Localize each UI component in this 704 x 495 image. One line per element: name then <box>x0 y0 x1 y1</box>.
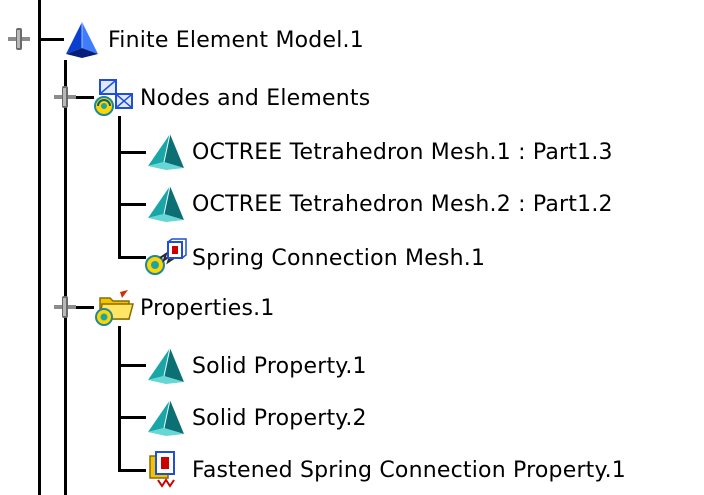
tree-node-nodes-and-elements[interactable]: Nodes and Elements <box>92 78 370 118</box>
tree-node-label: Solid Property.1 <box>192 353 367 379</box>
tree-node-label: Solid Property.2 <box>192 405 367 431</box>
tree-node-label: Nodes and Elements <box>140 85 371 111</box>
tetrahedron-mesh-icon <box>148 185 184 222</box>
tree-node-label: Fastened Spring Connection Property.1 <box>192 457 626 483</box>
trunk-vertical-line <box>64 60 67 495</box>
group-2-vertical-line <box>118 326 121 472</box>
nodes-and-elements-icon <box>94 79 133 116</box>
group-1-collapse-toggle[interactable] <box>54 86 76 108</box>
tetrahedron-mesh-icon <box>148 133 184 170</box>
group-1-child-1-branch <box>118 151 146 154</box>
solid-property-icon <box>148 399 184 436</box>
tree-node-properties[interactable]: Properties.1 <box>92 288 275 328</box>
spring-connection-mesh-icon <box>145 238 187 275</box>
tree-node-finite-element-model[interactable]: Finite Element Model.1 <box>60 20 364 60</box>
group-2-child-3-branch <box>118 469 146 472</box>
tree-node-label: Finite Element Model.1 <box>108 27 364 53</box>
tree-node-spring-connection-mesh[interactable]: Spring Connection Mesh.1 <box>144 238 485 278</box>
root-collapse-toggle[interactable] <box>8 28 30 50</box>
solid-property-icon <box>148 347 184 384</box>
tree-node-octree-mesh-2[interactable]: OCTREE Tetrahedron Mesh.2 : Part1.2 <box>144 184 613 224</box>
group-2-child-1-branch <box>118 364 146 367</box>
tree-node-label: Properties.1 <box>140 295 275 321</box>
tree-node-fastened-spring-property[interactable]: Fastened Spring Connection Property.1 <box>144 450 626 490</box>
group-2-child-2-branch <box>118 416 146 419</box>
specification-tree: Finite Element Model.1 Nodes and Element… <box>0 0 704 495</box>
tree-node-solid-property-1[interactable]: Solid Property.1 <box>144 346 367 386</box>
finite-element-model-icon <box>66 22 98 58</box>
tree-node-label: Spring Connection Mesh.1 <box>192 245 486 271</box>
fastened-spring-property-icon <box>149 451 175 488</box>
group-1-child-3-branch <box>118 256 146 259</box>
group-1-vertical-line <box>118 116 121 259</box>
tree-node-octree-mesh-1[interactable]: OCTREE Tetrahedron Mesh.1 : Part1.3 <box>144 132 613 172</box>
root-vertical-line <box>38 0 41 495</box>
tree-node-solid-property-2[interactable]: Solid Property.2 <box>144 398 367 438</box>
group-2-collapse-toggle[interactable] <box>54 296 76 318</box>
tree-node-label: OCTREE Tetrahedron Mesh.2 : Part1.2 <box>192 191 613 217</box>
properties-folder-icon <box>95 290 134 326</box>
group-1-child-2-branch <box>118 203 146 206</box>
tree-node-label: OCTREE Tetrahedron Mesh.1 : Part1.3 <box>192 139 613 165</box>
